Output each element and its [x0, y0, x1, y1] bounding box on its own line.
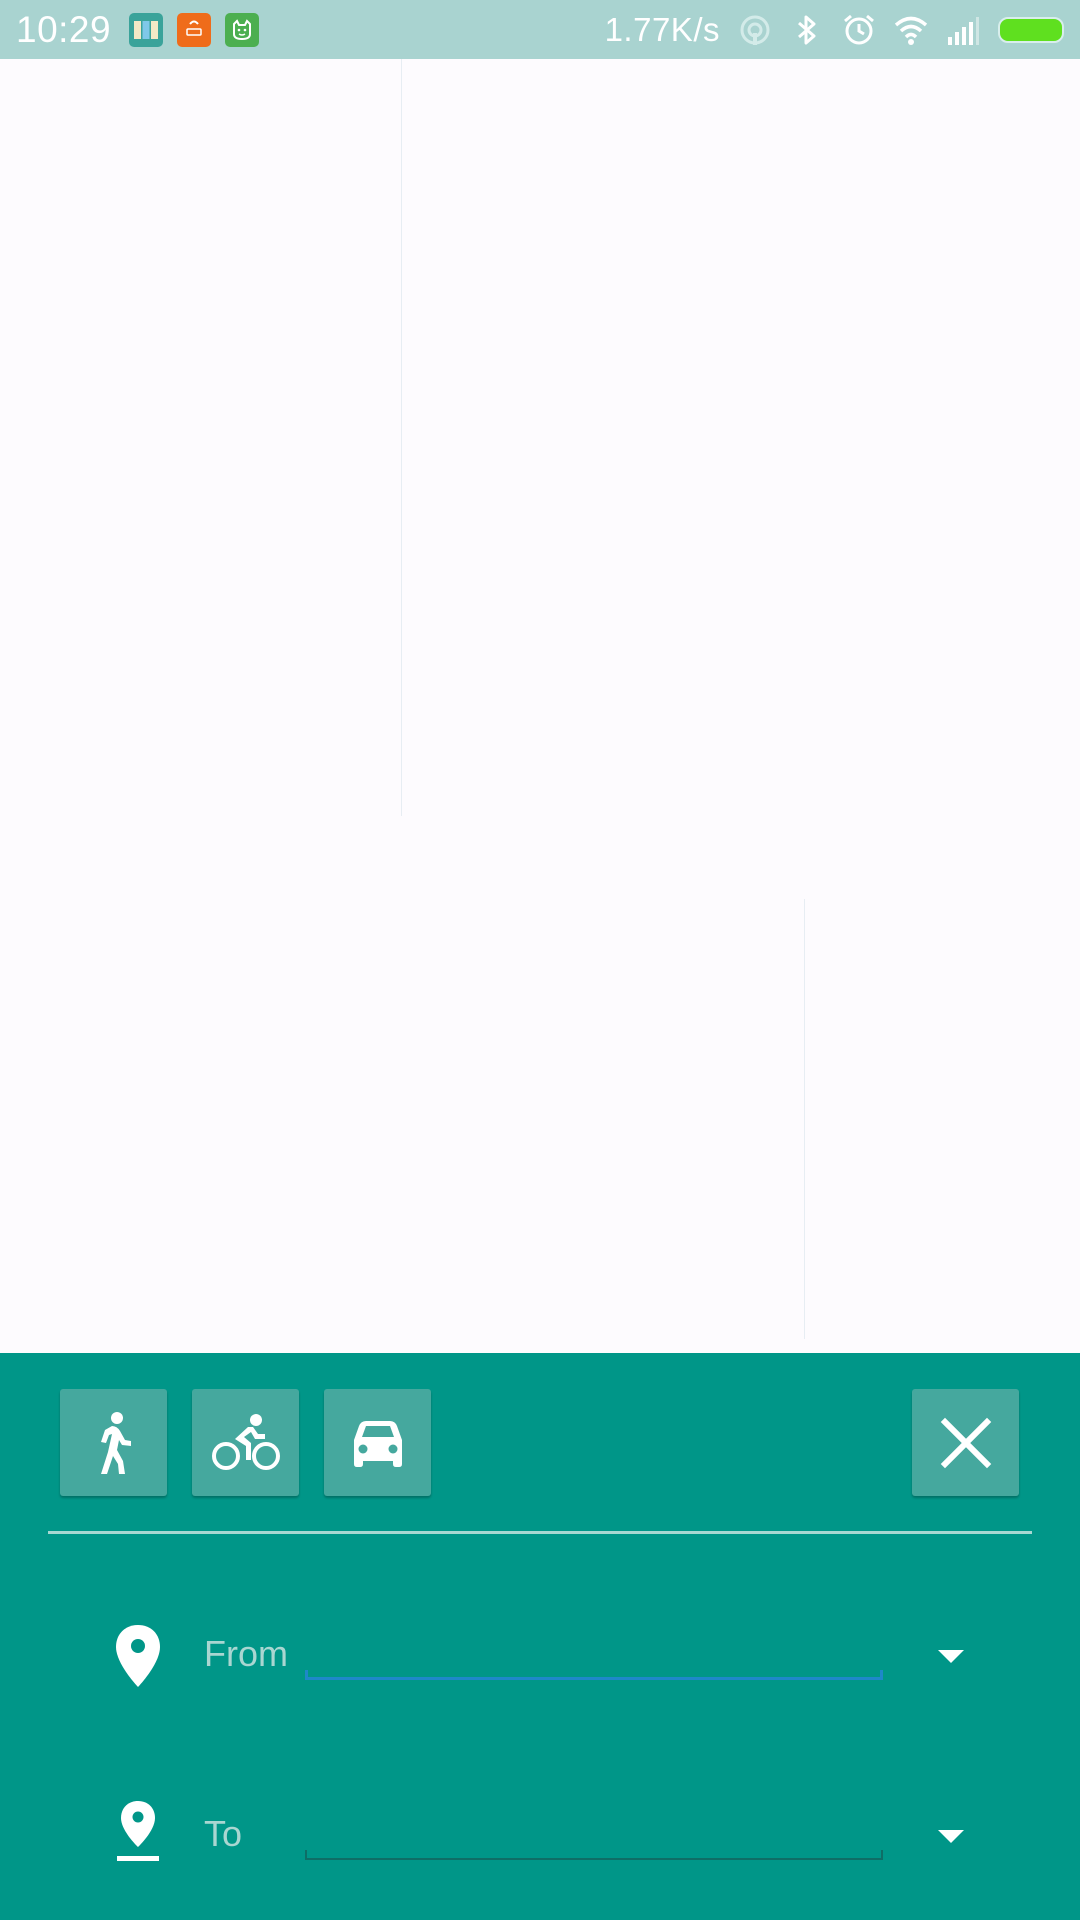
map-road-line: [804, 899, 805, 1339]
battery-icon: [998, 16, 1064, 43]
destination-pin-icon: [117, 1801, 159, 1861]
walk-mode-button[interactable]: [60, 1389, 167, 1496]
divider: [48, 1531, 1032, 1534]
maps-app-icon: [129, 12, 164, 47]
close-icon: [940, 1417, 991, 1468]
status-bar: 10:29 1.77K/s: [0, 0, 1080, 59]
signal-icon: [948, 16, 979, 45]
map-road-line: [401, 59, 402, 816]
location-pin-icon: [116, 1625, 160, 1687]
to-label: To: [204, 1813, 243, 1854]
map-view[interactable]: [0, 59, 1080, 1353]
from-input-underline: [305, 1670, 883, 1680]
cat-app-icon: [225, 12, 260, 47]
wifi-icon: [894, 16, 928, 45]
hotspot-icon: [740, 15, 770, 45]
close-button[interactable]: [912, 1389, 1019, 1496]
to-input-underline: [305, 1850, 883, 1860]
from-label: From: [204, 1633, 288, 1674]
status-time: 10:29: [16, 8, 112, 50]
from-row: From: [0, 1603, 1080, 1723]
car-mode-button[interactable]: [324, 1389, 431, 1496]
network-speed: 1.77K/s: [604, 10, 720, 48]
status-right-group: 1.77K/s: [605, 11, 1064, 49]
from-dropdown-caret-icon[interactable]: [938, 1650, 964, 1663]
directions-panel: From To: [0, 1353, 1080, 1920]
bike-mode-button[interactable]: [192, 1389, 299, 1496]
walk-icon: [100, 1411, 131, 1474]
alarm-icon: [844, 14, 874, 44]
screen: 10:29 1.77K/s From To: [0, 0, 1080, 1920]
bluetooth-icon: [798, 15, 816, 44]
car-icon: [353, 1420, 402, 1467]
mi-store-icon: [177, 12, 212, 47]
bike-icon: [211, 1413, 280, 1470]
to-dropdown-caret-icon[interactable]: [938, 1830, 964, 1843]
to-row: To: [0, 1783, 1080, 1903]
